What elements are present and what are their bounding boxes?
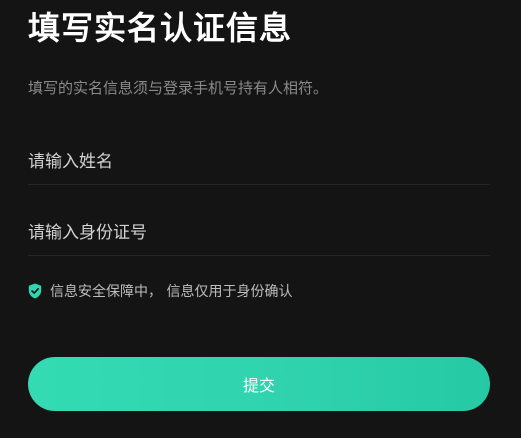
page-title: 填写实名认证信息	[28, 9, 293, 47]
shield-check-icon	[28, 283, 42, 299]
id-number-field	[28, 212, 490, 256]
id-number-input[interactable]	[28, 212, 490, 254]
name-input[interactable]	[28, 141, 490, 183]
security-notice: 信息安全保障中， 信息仅用于身份确认	[28, 281, 292, 301]
name-field	[28, 141, 490, 185]
security-notice-text: 信息安全保障中， 信息仅用于身份确认	[50, 284, 293, 300]
real-name-verification-page: 填写实名认证信息 填写的实名信息须与登录手机号持有人相符。 信息安全保障中， 信…	[0, 0, 521, 438]
submit-button[interactable]: 提交	[28, 357, 490, 411]
page-subtitle: 填写的实名信息须与登录手机号持有人相符。	[28, 79, 329, 97]
